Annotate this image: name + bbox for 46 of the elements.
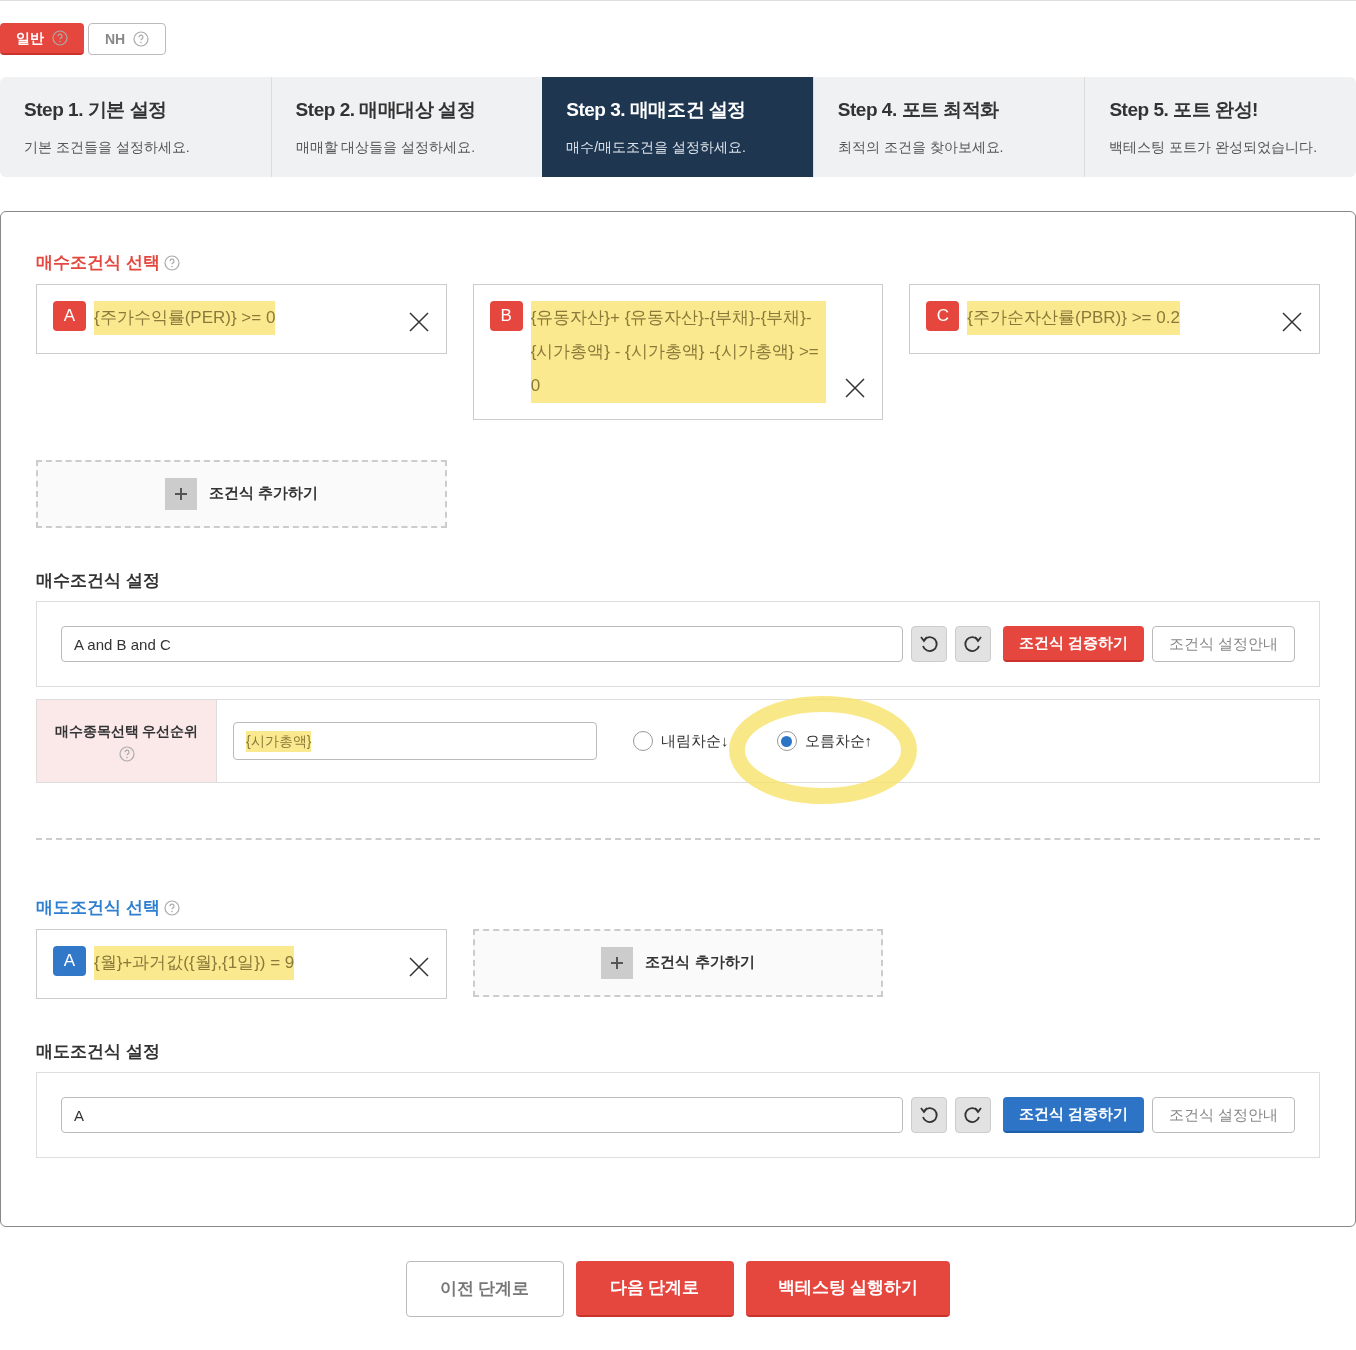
expression-field[interactable]: A <box>61 1097 903 1133</box>
sort-radio[interactable]: 내림차순↓ <box>633 729 729 753</box>
priority-label: 매수종목선택 우선순위 <box>54 721 199 741</box>
guide-button[interactable]: 조건식 설정안내 <box>1151 626 1295 662</box>
step-tab[interactable]: Step 5. 포트 완성! 백테스팅 포트가 완성되었습니다. <box>1084 77 1356 177</box>
step-nav-button[interactable]: 백테스팅 실행하기 <box>745 1261 951 1317</box>
step-nav-button[interactable]: 다음 단계로 <box>575 1261 734 1317</box>
add-condition-button[interactable]: 조건식 추가하기 <box>36 459 447 528</box>
guide-button[interactable]: 조건식 설정안내 <box>1151 1097 1295 1133</box>
section-title: 매도조건식 선택 <box>36 897 160 919</box>
close-icon[interactable] <box>1281 310 1303 333</box>
verify-button[interactable]: 조건식 검증하기 <box>1002 626 1144 662</box>
section-title: 매수조건식 선택 <box>36 252 160 274</box>
step-tab[interactable]: Step 4. 포트 최적화 최적의 조건을 찾아보세요. <box>812 77 1085 177</box>
condition-letter-badge: A <box>53 945 86 976</box>
close-icon[interactable] <box>844 376 867 399</box>
settings-title: 매도조건식 설정 <box>36 1040 160 1063</box>
redo-button[interactable] <box>954 1097 991 1133</box>
settings-title: 매수조건식 설정 <box>36 569 160 592</box>
step-tab[interactable]: Step 3. 매매조건 설정 매수/매도조건을 설정하세요. <box>542 77 813 177</box>
undo-button[interactable] <box>910 626 947 662</box>
close-icon[interactable] <box>407 310 430 333</box>
redo-icon <box>962 1105 983 1125</box>
step-nav-button[interactable]: 이전 단계로 <box>405 1261 564 1317</box>
condition-formula: {주가순자산률(PBR)} >= 0.2 <box>967 300 1180 335</box>
undo-icon <box>918 634 939 654</box>
verify-button[interactable]: 조건식 검증하기 <box>1002 1097 1144 1133</box>
condition-formula: {월}+과거값({월},{1일}) = 9 <box>94 945 295 980</box>
sort-radio[interactable]: 오름차순↑ <box>776 729 872 753</box>
plus-icon <box>601 946 634 979</box>
step-tab[interactable]: Step 1. 기본 설정 기본 조건들을 설정하세요. <box>0 77 271 177</box>
undo-icon <box>918 1105 939 1125</box>
plus-icon <box>164 477 197 510</box>
mode-tab[interactable]: 일반 <box>0 23 84 55</box>
undo-button[interactable] <box>910 1097 947 1133</box>
condition-formula: {유동자산}+ {유동자산}-{부채}-{부채}-{시가총액} - {시가총액} -{시가총액} >= 0 <box>530 300 827 403</box>
condition-formula: {주가수익률(PER)} >= 0 <box>94 300 276 335</box>
condition-letter-badge: B <box>489 300 523 331</box>
condition-letter-badge: A <box>53 300 86 331</box>
expression-field[interactable]: A and B and C <box>61 626 903 662</box>
redo-button[interactable] <box>954 626 991 662</box>
mode-tab[interactable]: NH <box>88 23 167 55</box>
add-condition-button[interactable]: 조건식 추가하기 <box>472 928 884 997</box>
redo-icon <box>962 634 983 654</box>
condition-letter-badge: C <box>926 300 960 331</box>
close-icon[interactable] <box>407 955 430 978</box>
